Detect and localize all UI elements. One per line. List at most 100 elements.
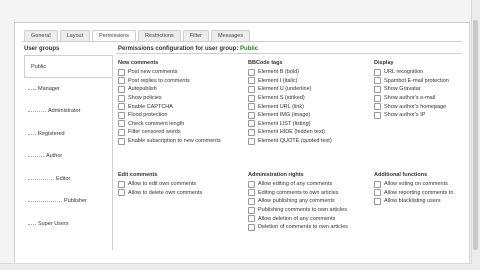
group-item-super-users[interactable]: Super Users (24, 213, 112, 236)
checkbox[interactable] (374, 68, 381, 76)
checkbox[interactable] (374, 197, 381, 205)
checkbox[interactable] (374, 94, 381, 102)
user-group-list: Public Manager Administrator Registered … (24, 55, 112, 235)
checkbox[interactable] (248, 137, 255, 145)
scrollbar-thumb[interactable] (473, 20, 478, 250)
option-flood-protection[interactable]: Flood protection (118, 111, 221, 120)
option-edit-comments-own-articles[interactable]: Editing comments to own articles (248, 189, 348, 198)
option-publish-comments-own-articles[interactable]: Publishing comments to own articles (248, 206, 348, 215)
option-allow-reporting[interactable]: Allow reporting comments to (374, 189, 453, 198)
checkbox[interactable] (248, 197, 255, 205)
user-groups-title: User groups (24, 46, 60, 52)
checkbox[interactable] (248, 180, 255, 188)
group-item-registered[interactable]: Registered (24, 123, 112, 146)
tab-general[interactable]: General (24, 30, 58, 41)
option-element-b[interactable]: Element B (bold) (248, 68, 332, 77)
section-display: Display URL recognition Spambot E-mail p… (374, 60, 449, 120)
option-element-i[interactable]: Element I (italic) (248, 77, 332, 86)
checkbox[interactable] (248, 215, 255, 223)
option-delete-any-comments[interactable]: Allow deletion of any comments (248, 214, 348, 223)
checkbox[interactable] (118, 120, 125, 128)
option-post-new-comments[interactable]: Post new comments (118, 68, 221, 77)
checkbox[interactable] (118, 111, 125, 119)
checkbox[interactable] (374, 77, 381, 85)
option-label: Element IMG (image) (258, 112, 311, 119)
checkbox[interactable] (248, 68, 255, 76)
checkbox[interactable] (248, 103, 255, 111)
vertical-scrollbar[interactable] (471, 0, 480, 270)
option-spambot-protection[interactable]: Spambot E-mail protection (374, 77, 449, 86)
group-item-administrator[interactable]: Administrator (24, 100, 112, 123)
checkbox[interactable] (118, 68, 125, 76)
checkbox[interactable] (118, 137, 125, 145)
option-autopublish[interactable]: Autopublish (118, 85, 221, 94)
checkbox[interactable] (118, 180, 125, 188)
tab-restrictions[interactable]: Restrictions (138, 30, 181, 41)
tab-filter[interactable]: Filter (182, 30, 210, 41)
tree-connector (28, 111, 46, 112)
tab-messages[interactable]: Messages (211, 30, 251, 41)
checkbox[interactable] (374, 103, 381, 111)
checkbox[interactable] (248, 85, 255, 93)
option-filter-censored[interactable]: Filter censored words (118, 128, 221, 137)
option-edit-own-comments[interactable]: Allow to edit own comments (118, 180, 202, 189)
section-edit-comments: Edit comments Allow to edit own comments… (118, 172, 202, 197)
option-show-author-email[interactable]: Show author's e-mail (374, 94, 449, 103)
tree-connector (28, 133, 36, 135)
option-element-s[interactable]: Element S (striked) (248, 94, 332, 103)
checkbox[interactable] (248, 94, 255, 102)
option-label: Flood protection (128, 112, 168, 119)
checkbox[interactable] (118, 128, 125, 136)
tab-layout[interactable]: Layout (59, 30, 91, 41)
group-item-author[interactable]: Author (24, 145, 112, 168)
checkbox[interactable] (118, 85, 125, 93)
option-element-url[interactable]: Element URL (link) (248, 102, 332, 111)
group-item-manager[interactable]: Manager (24, 78, 112, 101)
option-show-author-homepage[interactable]: Show author's homepage (374, 102, 449, 111)
checkbox[interactable] (118, 189, 125, 197)
checkbox[interactable] (118, 103, 125, 111)
group-item-publisher[interactable]: Publisher (24, 190, 112, 213)
option-label: URL recognition (384, 69, 424, 76)
option-element-quote[interactable]: Element QUOTE (quoted text) (248, 137, 332, 146)
group-item-public[interactable]: Public (24, 55, 112, 78)
checkbox[interactable] (118, 77, 125, 85)
option-enable-subscription[interactable]: Enable subscription to new comments (118, 137, 221, 146)
option-url-recognition[interactable]: URL recognition (374, 68, 449, 77)
checkbox[interactable] (248, 111, 255, 119)
section-title: New comments (118, 60, 159, 66)
option-element-u[interactable]: Element U (underline) (248, 85, 332, 94)
option-show-author-ip[interactable]: Show author's IP (374, 111, 449, 120)
checkbox[interactable] (374, 189, 381, 197)
option-post-replies[interactable]: Post replies to comments (118, 77, 221, 86)
checkbox[interactable] (248, 189, 255, 197)
option-publish-any-comments[interactable]: Allow publishing any comments (248, 197, 348, 206)
option-element-hide[interactable]: Element HIDE (hidden text) (248, 128, 332, 137)
checkbox[interactable] (248, 128, 255, 136)
option-edit-any-comments[interactable]: Allow editing of any comments (248, 180, 348, 189)
checkbox[interactable] (248, 206, 255, 214)
section-new-comments: New comments Post new comments Post repl… (118, 60, 221, 145)
group-label: Administrator (48, 108, 81, 114)
group-item-editor[interactable]: Editor (24, 168, 112, 191)
horizontal-scrollbar[interactable] (0, 263, 472, 270)
checkbox[interactable] (248, 77, 255, 85)
checkbox[interactable] (374, 85, 381, 93)
option-element-img[interactable]: Element IMG (image) (248, 111, 332, 120)
checkbox[interactable] (248, 120, 255, 128)
option-delete-own-comments[interactable]: Allow to delete own comments (118, 189, 202, 198)
option-allow-voting[interactable]: Allow voting on comments (374, 180, 453, 189)
option-element-list[interactable]: Element LIST (listing) (248, 120, 332, 129)
option-check-comment-length[interactable]: Check comment length (118, 120, 221, 129)
checkbox[interactable] (374, 111, 381, 119)
option-allow-blacklisting[interactable]: Allow blacklisting users (374, 197, 453, 206)
option-enable-captcha[interactable]: Enable CAPTCHA (118, 102, 221, 111)
option-delete-comments-own-articles[interactable]: Deletion of comments to own articles (248, 223, 348, 232)
option-label: Editing comments to own articles (258, 189, 339, 196)
checkbox[interactable] (118, 94, 125, 102)
option-show-policies[interactable]: Show policies (118, 94, 221, 103)
checkbox[interactable] (248, 223, 255, 231)
checkbox[interactable] (374, 180, 381, 188)
option-show-gravatar[interactable]: Show Gravatar (374, 85, 449, 94)
permissions-title: Permissions configuration for user group… (118, 46, 258, 52)
